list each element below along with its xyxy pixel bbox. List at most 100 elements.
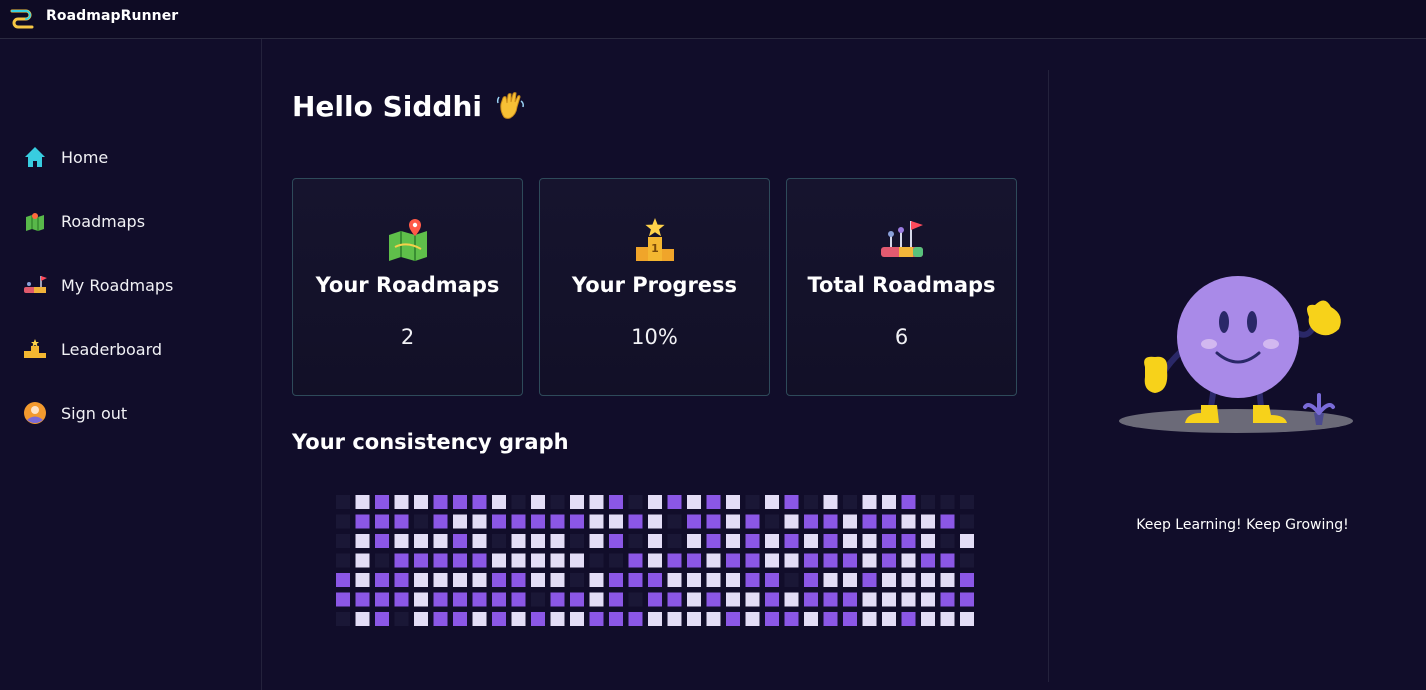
consistency-cell — [492, 573, 506, 587]
consistency-cell — [433, 592, 448, 607]
consistency-cell — [531, 495, 545, 509]
consistency-cell — [648, 592, 662, 607]
podium-icon — [22, 336, 48, 362]
sidebar-item-my-roadmaps[interactable]: My Roadmaps — [22, 270, 173, 300]
consistency-cell — [784, 514, 799, 529]
consistency-cell — [940, 573, 955, 587]
consistency-cell — [609, 534, 623, 548]
consistency-cell — [823, 514, 838, 529]
consistency-cell — [940, 495, 955, 509]
motivation-caption: Keep Learning! Keep Growing! — [1136, 517, 1349, 533]
consistency-cell — [648, 534, 662, 548]
consistency-cell — [706, 514, 721, 529]
consistency-cell — [375, 514, 389, 529]
consistency-cell — [570, 534, 584, 548]
app-title[interactable]: RoadmapRunner — [46, 8, 178, 24]
consistency-cell — [550, 553, 565, 568]
consistency-cell — [784, 534, 799, 548]
consistency-cell — [492, 592, 506, 607]
sidebar-item-leaderboard[interactable]: Leaderboard — [22, 334, 162, 364]
roadmap-logo-icon[interactable] — [8, 4, 36, 32]
consistency-cell — [609, 495, 623, 509]
consistency-cell — [726, 592, 740, 607]
consistency-cell — [375, 592, 389, 607]
consistency-cell — [589, 495, 604, 509]
consistency-cell — [453, 612, 467, 626]
sidebar-item-label: Roadmaps — [61, 211, 146, 231]
consistency-cell — [882, 534, 896, 548]
consistency-cell — [843, 573, 857, 587]
consistency-cell — [667, 592, 682, 607]
consistency-cell — [882, 612, 896, 626]
waving-hand-icon — [496, 92, 524, 119]
consistency-cell — [355, 612, 370, 626]
consistency-cell — [433, 495, 448, 509]
consistency-cell — [823, 553, 838, 568]
stat-card-total-roadmaps[interactable]: Total Roadmaps 6 — [786, 178, 1017, 396]
card-value: 6 — [894, 325, 909, 349]
consistency-cell — [414, 553, 428, 568]
consistency-cell — [960, 514, 974, 529]
sidebar-item-sign-out[interactable]: Sign out — [22, 398, 127, 428]
consistency-cell — [784, 573, 799, 587]
consistency-cell — [765, 495, 779, 509]
stat-card-your-roadmaps[interactable]: Your Roadmaps 2 — [292, 178, 523, 396]
consistency-cell — [706, 534, 721, 548]
consistency-cell — [648, 553, 662, 568]
consistency-cell — [589, 553, 604, 568]
consistency-cell — [336, 592, 350, 607]
consistency-cell — [667, 534, 682, 548]
consistency-cell — [667, 612, 682, 626]
consistency-cell — [784, 553, 799, 568]
consistency-cell — [531, 534, 545, 548]
consistency-cell — [940, 592, 955, 607]
consistency-cell — [726, 612, 740, 626]
consistency-cell — [453, 495, 467, 509]
consistency-cell — [570, 592, 584, 607]
consistency-cell — [745, 592, 760, 607]
consistency-cell — [667, 553, 682, 568]
card-value: 10% — [631, 325, 678, 349]
sidebar-item-roadmaps[interactable]: Roadmaps — [22, 206, 145, 236]
consistency-cell — [492, 495, 506, 509]
sidebar-item-label: My Roadmaps — [61, 275, 174, 295]
consistency-cell — [960, 592, 974, 607]
consistency-cell — [453, 573, 467, 587]
consistency-cell — [882, 592, 896, 607]
consistency-cell — [336, 514, 350, 529]
podium-star-icon: 1 — [636, 218, 674, 261]
consistency-cell — [726, 534, 740, 548]
sidebar-item-home[interactable]: Home — [22, 142, 108, 172]
stat-card-your-progress[interactable]: 1 Your Progress 10% — [539, 178, 770, 396]
consistency-cell — [589, 573, 604, 587]
consistency-cell — [648, 495, 662, 509]
consistency-graph-title: Your consistency graph — [292, 430, 569, 454]
consistency-cell — [901, 553, 916, 568]
consistency-cell — [843, 514, 857, 529]
consistency-cell — [511, 514, 526, 529]
consistency-cell — [531, 553, 545, 568]
consistency-cell — [375, 495, 389, 509]
consistency-cell — [687, 573, 701, 587]
consistency-cell — [433, 534, 448, 548]
consistency-cell — [492, 553, 506, 568]
consistency-cell — [804, 495, 818, 509]
consistency-cell — [550, 612, 565, 626]
consistency-cell — [687, 534, 701, 548]
consistency-cell — [823, 534, 838, 548]
consistency-cell — [531, 592, 545, 607]
consistency-cell — [609, 612, 623, 626]
consistency-cell — [414, 514, 428, 529]
consistency-cell — [804, 534, 818, 548]
consistency-cell — [745, 612, 760, 626]
home-icon — [22, 144, 48, 170]
consistency-cell — [648, 573, 662, 587]
consistency-cell — [687, 592, 701, 607]
consistency-cell — [940, 534, 955, 548]
consistency-cell — [667, 573, 682, 587]
consistency-cell — [628, 495, 643, 509]
consistency-cell — [862, 514, 877, 529]
consistency-cell — [355, 553, 370, 568]
consistency-cell — [765, 573, 779, 587]
consistency-cell — [745, 495, 760, 509]
